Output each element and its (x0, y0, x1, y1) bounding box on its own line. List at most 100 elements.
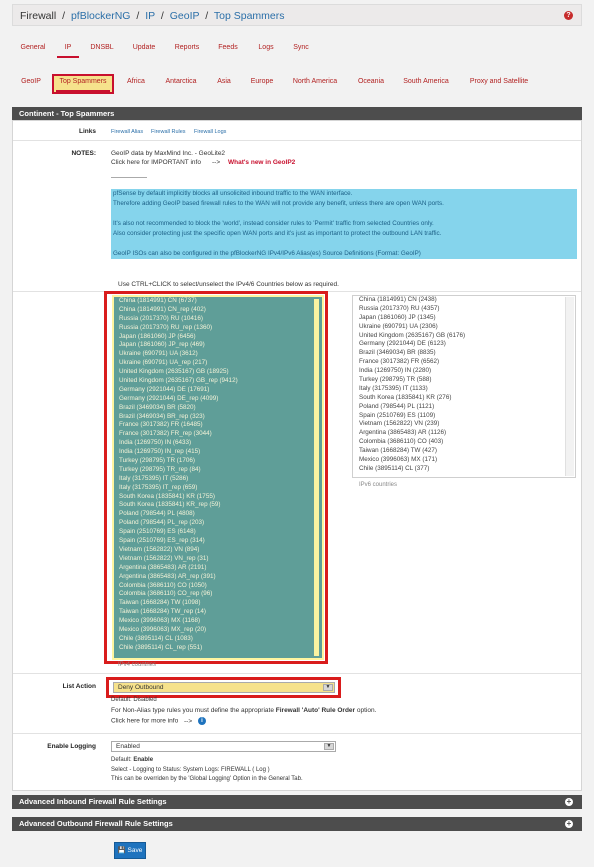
info-icon[interactable]: i (197, 717, 206, 725)
ipv6-country-option[interactable]: Italy (3175395) IT (1133) (353, 385, 575, 394)
ipv6-country-option[interactable]: Taiwan (1668284) TW (427) (353, 447, 575, 456)
ipv6-country-option[interactable]: India (1269750) IN (2280) (353, 367, 575, 376)
ipv4-country-option[interactable]: Italy (3175395) IT (5286) (114, 475, 322, 484)
tab-dnsbl[interactable]: DNSBL (88, 38, 116, 58)
subtab-south-america[interactable]: South America (400, 72, 452, 92)
ipv4-country-option[interactable]: Colombia (3686110) CO (1050) (114, 582, 322, 591)
tab-ip[interactable]: IP (57, 38, 79, 58)
ipv4-country-option[interactable]: China (1814991) CN_rep (402) (114, 306, 322, 315)
ipv6-scrollbar[interactable] (565, 297, 574, 476)
ipv6-country-option[interactable]: Russia (2017370) RU (4357) (353, 305, 575, 314)
link-firewall-logs[interactable]: Firewall Logs (194, 129, 226, 135)
ipv4-country-option[interactable]: Mexico (3996063) MX (1168) (114, 617, 322, 626)
tab-logs[interactable]: Logs (255, 38, 277, 58)
ipv4-country-option[interactable]: France (3017382) FR_rep (3044) (114, 430, 322, 439)
ipv4-countries-select[interactable]: China (1814991) CN (6737) China (1814991)… (112, 295, 324, 660)
ipv4-country-option[interactable]: Ukraine (690791) UA_rep (217) (114, 359, 322, 368)
ipv4-country-option[interactable]: South Korea (1835841) KR (1755) (114, 493, 322, 502)
ipv6-country-option[interactable]: Spain (2510769) ES (1109) (353, 412, 575, 421)
ipv6-country-option[interactable]: South Korea (1835841) KR (276) (353, 394, 575, 403)
save-button[interactable]: 💾 Save (114, 842, 146, 859)
breadcrumb-pfblockerng[interactable]: pfBlockerNG (71, 10, 131, 22)
subtab-oceania[interactable]: Oceania (354, 72, 388, 92)
advanced-outbound-section[interactable]: Advanced Outbound Firewall Rule Settings… (12, 817, 582, 831)
ipv6-country-option[interactable]: Germany (2921044) DE (6123) (353, 340, 575, 349)
ipv6-country-option[interactable]: Japan (1861060) JP (1345) (353, 314, 575, 323)
subtab-north-america[interactable]: North America (290, 72, 340, 92)
ipv4-country-option[interactable]: Italy (3175395) IT_rep (659) (114, 484, 322, 493)
ipv4-country-option[interactable]: Russia (2017370) RU (10416) (114, 315, 322, 324)
tab-reports[interactable]: Reports (172, 38, 202, 58)
ipv4-country-option[interactable]: Mexico (3996063) MX_rep (20) (114, 626, 322, 635)
ipv4-country-option[interactable]: Chile (3895114) CL_rep (551) (114, 644, 322, 653)
ipv6-country-option[interactable]: Brazil (3469034) BR (8835) (353, 349, 575, 358)
ipv4-country-option[interactable]: Brazil (3469034) BR (5820) (114, 404, 322, 413)
breadcrumb-ip[interactable]: IP (145, 10, 155, 22)
ipv4-country-option[interactable]: Taiwan (1668284) TW (1098) (114, 599, 322, 608)
ipv4-country-option[interactable]: Poland (798544) PL_rep (203) (114, 519, 322, 528)
ipv6-country-option[interactable]: Turkey (298795) TR (588) (353, 376, 575, 385)
list-action-more-info[interactable]: Click here for more info --> i (111, 717, 206, 725)
expand-plus-icon[interactable]: + (565, 820, 573, 828)
tab-general[interactable]: General (18, 38, 48, 58)
subtab-top-spammers[interactable]: Top Spammers (56, 72, 110, 92)
ipv4-country-option[interactable]: Colombia (3686110) CO_rep (96) (114, 590, 322, 599)
link-firewall-rules[interactable]: Firewall Rules (151, 129, 186, 135)
ipv4-country-option[interactable]: Taiwan (1668284) TW_rep (14) (114, 608, 322, 617)
ipv4-country-option[interactable]: Spain (2510769) ES_rep (314) (114, 537, 322, 546)
ipv4-country-option[interactable]: Chile (3895114) CL (1083) (114, 635, 322, 644)
ipv4-country-option[interactable]: Japan (1861060) JP (6456) (114, 333, 322, 342)
ipv6-country-option[interactable]: Ukraine (690791) UA (2306) (353, 323, 575, 332)
ipv4-country-option[interactable]: France (3017382) FR (16485) (114, 421, 322, 430)
breadcrumb-top-spammers[interactable]: Top Spammers (214, 10, 285, 22)
ipv4-country-option[interactable]: United Kingdom (2635167) GB_rep (9412) (114, 377, 322, 386)
tab-sync[interactable]: Sync (290, 38, 312, 58)
ipv4-country-option[interactable]: South Korea (1835841) KR_rep (59) (114, 501, 322, 510)
tab-feeds[interactable]: Feeds (215, 38, 241, 58)
whats-new-link[interactable]: What's new in GeoIP2 (228, 159, 295, 166)
ipv4-country-option[interactable]: Brazil (3469034) BR_rep (323) (114, 413, 322, 422)
ipv6-country-option[interactable]: Chile (3895114) CL (377) (353, 465, 575, 474)
subtab-africa[interactable]: Africa (124, 72, 148, 92)
ipv4-country-option[interactable]: Ukraine (690791) UA (3612) (114, 350, 322, 359)
ipv4-country-option[interactable]: Vietnam (1562822) VN (894) (114, 546, 322, 555)
advanced-inbound-section[interactable]: Advanced Inbound Firewall Rule Settings … (12, 795, 582, 809)
ipv4-country-option[interactable]: India (1269750) IN_rep (415) (114, 448, 322, 457)
ipv6-country-option[interactable]: Colombia (3686110) CO (403) (353, 438, 575, 447)
ipv6-country-option[interactable]: China (1814991) CN (2438) (353, 296, 575, 305)
ipv6-country-option[interactable]: United Kingdom (2635167) GB (6176) (353, 332, 575, 341)
subtab-asia[interactable]: Asia (214, 72, 234, 92)
subtab-antarctica[interactable]: Antarctica (162, 72, 200, 92)
ipv4-country-option[interactable]: Argentina (3865483) AR_rep (391) (114, 573, 322, 582)
ipv4-country-option[interactable]: Germany (2921044) DE_rep (4099) (114, 395, 322, 404)
enable-logging-select[interactable]: Enabled ▼ (111, 741, 336, 752)
tab-update[interactable]: Update (130, 38, 158, 58)
ipv6-countries-select[interactable]: China (1814991) CN (2438) Russia (2017370… (352, 295, 576, 478)
help-icon[interactable]: ? (564, 11, 573, 20)
ipv4-country-option[interactable]: Germany (2921044) DE (17691) (114, 386, 322, 395)
expand-plus-icon[interactable]: + (565, 798, 573, 806)
notes-important-info[interactable]: Click here for IMPORTANT info (111, 159, 201, 166)
list-action-select[interactable]: Deny Outbound ▼ (113, 682, 335, 693)
ipv6-country-option[interactable]: Poland (798544) PL (1121) (353, 403, 575, 412)
ipv4-country-option[interactable]: Argentina (3865483) AR (2191) (114, 564, 322, 573)
link-firewall-alias[interactable]: Firewall Alias (111, 129, 143, 135)
ipv6-country-option[interactable]: Vietnam (1562822) VN (239) (353, 420, 575, 429)
subtab-proxy-satellite[interactable]: Proxy and Satellite (466, 72, 532, 92)
ipv4-country-option[interactable]: Spain (2510769) ES (6148) (114, 528, 322, 537)
ipv4-country-option[interactable]: Turkey (298795) TR (1706) (114, 457, 322, 466)
ipv4-scrollbar[interactable] (314, 299, 319, 656)
ipv4-country-option[interactable]: Vietnam (1562822) VN_rep (31) (114, 555, 322, 564)
ipv4-country-option[interactable]: Russia (2017370) RU_rep (1360) (114, 324, 322, 333)
ipv4-country-option[interactable]: United Kingdom (2635167) GB (18925) (114, 368, 322, 377)
ipv4-country-option[interactable]: China (1814991) CN (6737) (114, 297, 322, 306)
ipv4-country-option[interactable]: Turkey (298795) TR_rep (84) (114, 466, 322, 475)
subtab-geoip[interactable]: GeoIP (18, 72, 44, 92)
ipv6-country-option[interactable]: Argentina (3865483) AR (1126) (353, 429, 575, 438)
ipv4-country-option[interactable]: Japan (1861060) JP_rep (469) (114, 341, 322, 350)
ipv4-country-option[interactable]: Poland (798544) PL (4808) (114, 510, 322, 519)
ipv4-country-option[interactable]: India (1269750) IN (6433) (114, 439, 322, 448)
ipv6-country-option[interactable]: Mexico (3996063) MX (171) (353, 456, 575, 465)
ipv6-country-option[interactable]: France (3017382) FR (6562) (353, 358, 575, 367)
breadcrumb-geoip[interactable]: GeoIP (170, 10, 200, 22)
